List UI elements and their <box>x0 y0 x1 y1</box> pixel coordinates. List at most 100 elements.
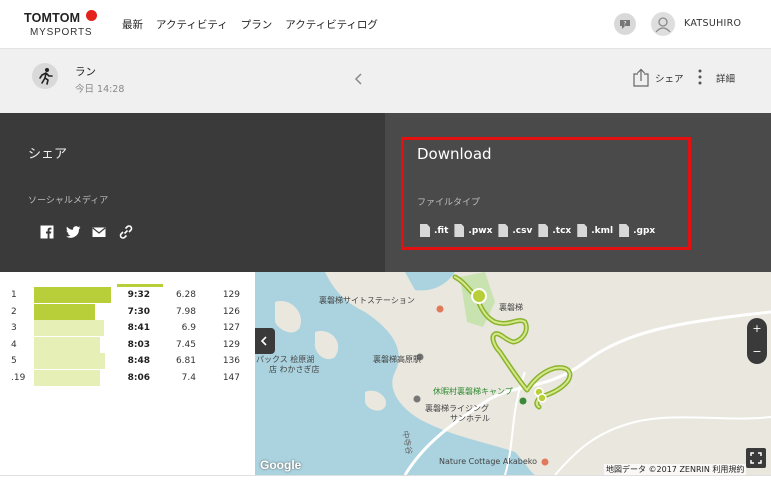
file-icon <box>498 224 509 237</box>
pace-bar <box>34 369 100 386</box>
pace-bar <box>34 336 100 353</box>
nav-plans[interactable]: プラン <box>241 17 273 32</box>
file-icon <box>619 224 630 237</box>
table-row[interactable]: 4 8:03 7.45 129 <box>0 336 255 353</box>
share-panel: シェア ソーシャルメディア <box>0 113 385 272</box>
map-label-sun-hotel: サンホテル <box>450 414 490 423</box>
table-row[interactable]: 5 8:48 6.81 136 <box>0 353 255 369</box>
table-row[interactable]: 3 8:41 6.9 127 <box>0 320 255 336</box>
map-label-camp: 休暇村裏磐梯キャンプ <box>433 387 513 396</box>
map-label-urabandai: 裏磐梯 <box>499 303 523 312</box>
lap-speed: 6.81 <box>175 356 196 366</box>
lap-heart-rate: 147 <box>222 372 240 383</box>
file-type-csv: .csv <box>512 225 533 236</box>
lap-number: 1 <box>11 290 17 300</box>
social-icons <box>40 224 133 239</box>
top-header: TOMTOM MYSPORTS 最新 アクティビティ プラン アクティビティログ… <box>0 0 771 49</box>
lap-number: 2 <box>11 306 17 317</box>
lap-number: .19 <box>11 372 26 383</box>
share-icon[interactable] <box>632 68 650 92</box>
lap-pace: 9:32 <box>127 290 150 300</box>
map-attribution[interactable]: 地図データ ©2017 ZENRIN 利用規約 <box>604 464 747 475</box>
map-label-nature-cottage: Nature Cottage Akabeko <box>439 457 537 466</box>
lap-speed: 6.28 <box>175 290 196 300</box>
lap-pace: 7:30 <box>127 306 150 317</box>
download-title: Download <box>417 145 492 163</box>
lap-speed: 7.98 <box>175 306 196 317</box>
email-icon[interactable] <box>92 224 106 238</box>
file-type-list: .fit .pwx .csv .tcx .kml .gpx <box>420 224 661 237</box>
lap-number: 3 <box>11 323 17 333</box>
running-icon <box>32 63 58 89</box>
share-panel-title: シェア <box>28 147 68 162</box>
tomtom-mysports-logo[interactable]: TOMTOM MYSPORTS <box>24 9 104 39</box>
nav-activity-log[interactable]: アクティビティログ <box>285 17 378 32</box>
lap-pace: 8:48 <box>127 356 150 366</box>
fullscreen-icon <box>750 452 762 464</box>
avatar[interactable] <box>651 12 675 36</box>
file-icon <box>577 224 588 237</box>
download-pwx-button[interactable]: .pwx <box>454 224 492 237</box>
share-button-label[interactable]: シェア <box>655 71 684 85</box>
lap-speed: 6.9 <box>181 323 196 333</box>
lap-heart-rate: 129 <box>222 290 240 300</box>
facebook-icon[interactable] <box>40 224 54 239</box>
lap-pace: 8:41 <box>127 323 150 333</box>
more-options-icon[interactable] <box>697 68 703 90</box>
download-gpx-button[interactable]: .gpx <box>619 224 655 237</box>
fullscreen-button[interactable] <box>746 448 766 468</box>
activity-bar: ラン 今日 14:28 シェア 詳細 <box>0 49 771 113</box>
lap-speed: 7.4 <box>181 372 196 383</box>
pace-bar <box>34 320 104 336</box>
google-logo: Google <box>260 458 302 472</box>
lap-heart-rate: 127 <box>222 323 240 333</box>
logo-top-text: TOMTOM <box>24 11 81 25</box>
download-kml-button[interactable]: .kml <box>577 224 613 237</box>
pace-bar <box>34 353 105 369</box>
file-type-kml: .kml <box>591 225 614 236</box>
username[interactable]: KATSUHIRO <box>684 18 741 29</box>
activity-title: ラン <box>75 66 96 78</box>
map-label-site-station: 裏磐梯サイトステーション <box>319 296 415 305</box>
logo-mark-icon <box>86 10 97 21</box>
lap-heart-rate: 129 <box>222 339 240 350</box>
map-collapse-button[interactable] <box>255 328 275 354</box>
download-fit-button[interactable]: .fit <box>420 224 448 237</box>
table-row[interactable]: .19 8:06 7.4 147 <box>0 369 255 386</box>
lap-pace: 8:06 <box>127 372 150 383</box>
download-csv-button[interactable]: .csv <box>498 224 532 237</box>
zoom-in-button[interactable]: + <box>747 322 767 335</box>
file-type-tcx: .tcx <box>552 225 572 236</box>
file-type-label: ファイルタイプ <box>417 198 481 208</box>
table-row[interactable]: 1 9:32 6.28 129 <box>0 287 255 303</box>
download-tcx-button[interactable]: .tcx <box>538 224 571 237</box>
lap-pace: 8:03 <box>127 339 150 350</box>
lap-number: 4 <box>11 339 17 350</box>
help-icon[interactable]: ? <box>614 13 636 35</box>
nav-latest[interactable]: 最新 <box>122 17 143 32</box>
file-type-gpx: .gpx <box>633 225 656 236</box>
main-nav: 最新 アクティビティ プラン アクティビティログ <box>122 17 378 32</box>
twitter-icon[interactable] <box>66 224 81 238</box>
svg-text:?: ? <box>623 21 626 28</box>
activity-time: 今日 14:28 <box>75 84 125 95</box>
details-button-label[interactable]: 詳細 <box>716 71 735 85</box>
table-row[interactable]: 2 7:30 7.98 126 <box>0 303 255 320</box>
lap-number: 5 <box>11 356 17 366</box>
file-icon <box>420 224 430 237</box>
logo-bottom-text: MYSPORTS <box>30 27 93 38</box>
link-icon[interactable] <box>118 224 133 239</box>
file-type-fit: .fit <box>434 225 449 236</box>
chevron-left-icon[interactable] <box>352 71 366 85</box>
nav-activities[interactable]: アクティビティ <box>156 17 228 32</box>
map-label-wakasagi: 店 わかさぎ店 <box>269 365 320 374</box>
zoom-control: + − <box>747 318 767 364</box>
lap-heart-rate: 126 <box>222 306 240 317</box>
pace-bar <box>34 287 111 303</box>
route-map[interactable]: 裏磐梯サイトステーション 裏磐梯 パックス 桧原湖 店 わかさぎ店 裏磐梯高原駅… <box>255 272 771 475</box>
map-label-kogen-station: 裏磐梯高原駅 <box>373 355 421 364</box>
file-icon <box>538 224 549 237</box>
lap-heart-rate: 136 <box>222 356 240 366</box>
chevron-left-icon <box>260 336 267 346</box>
zoom-out-button[interactable]: − <box>747 345 767 358</box>
